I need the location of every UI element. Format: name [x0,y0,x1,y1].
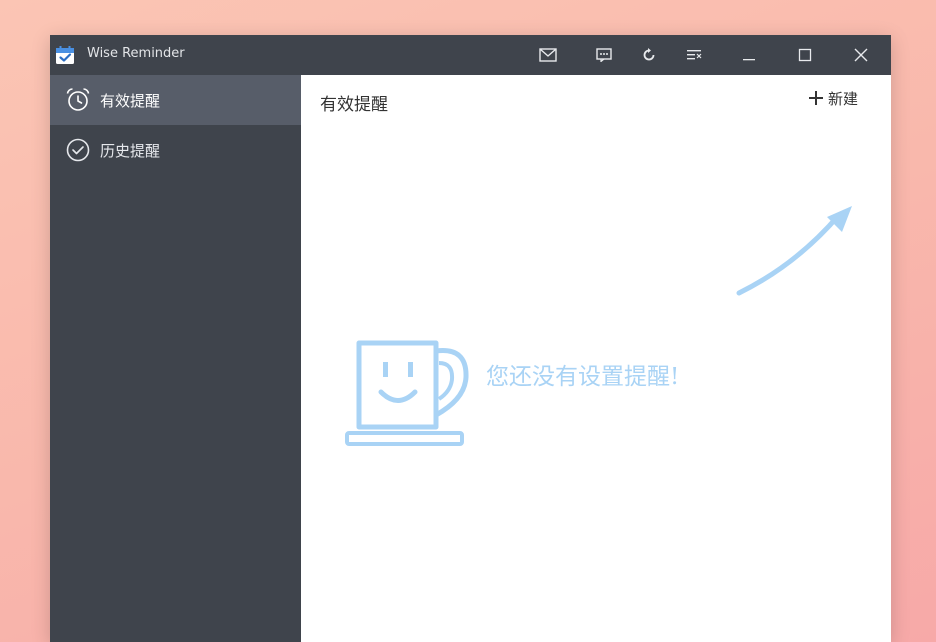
close-button[interactable] [844,35,878,75]
coffee-cup-icon [345,340,469,446]
arrow-hint-icon [736,206,852,296]
minimize-icon [743,59,755,61]
new-reminder-button[interactable]: 新建 [808,85,858,111]
close-icon [854,48,868,62]
sidebar-item-label: 有效提醒 [100,92,161,110]
mail-icon [539,48,557,62]
sidebar-item-label: 历史提醒 [100,142,161,160]
page-title: 有效提醒 [320,95,388,115]
alarm-clock-icon [66,88,90,111]
feedback-button[interactable] [587,35,621,75]
minimize-button[interactable] [732,35,766,75]
title-bar[interactable]: Wise Reminder [50,35,891,75]
menu-icon [687,50,702,60]
check-circle-icon [66,138,90,162]
empty-state-message: 您还没有设置提醒! [486,364,680,390]
sidebar: 有效提醒 历史提醒 [50,75,301,642]
app-window: Wise Reminder 有效提醒 历史提醒 有效提醒 新建 您还没有设置提醒… [50,35,891,642]
main-panel: 有效提醒 新建 您还没有设置提醒! [301,75,891,642]
sidebar-item-active-reminders[interactable]: 有效提醒 [50,75,301,125]
mail-button[interactable] [531,35,565,75]
plus-icon [809,91,823,105]
calendar-check-icon [56,46,74,64]
sidebar-item-history-reminders[interactable]: 历史提醒 [50,125,301,175]
maximize-icon [798,48,812,62]
menu-button[interactable] [677,35,711,75]
refresh-button[interactable] [632,35,666,75]
app-title: Wise Reminder [87,46,185,61]
new-reminder-label: 新建 [828,89,859,108]
feedback-icon [596,48,612,62]
maximize-button[interactable] [788,35,822,75]
refresh-icon [643,48,655,61]
